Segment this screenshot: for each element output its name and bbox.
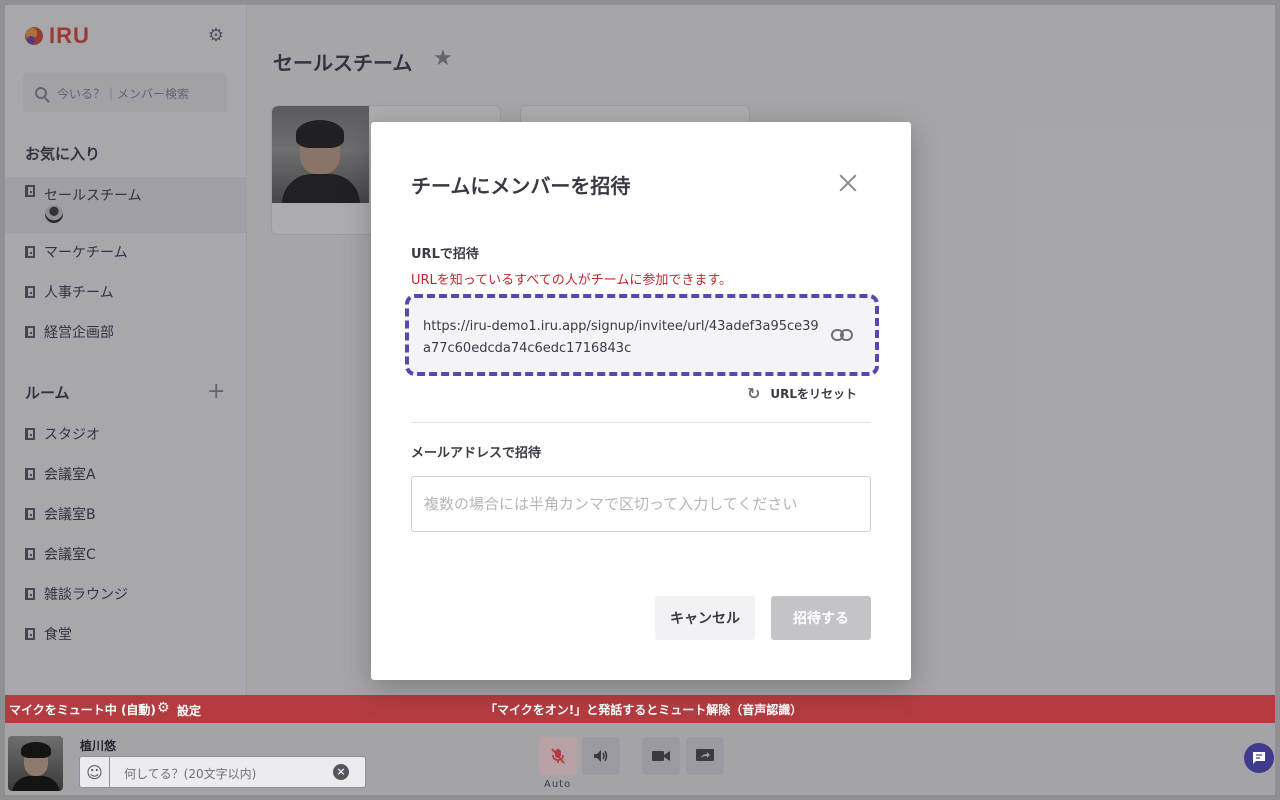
url-invite-label: URLで招待 — [411, 247, 479, 262]
invite-url[interactable]: https://iru-demo1.iru.app/signup/invitee… — [423, 316, 823, 360]
camera-button[interactable] — [642, 737, 680, 775]
clear-icon[interactable]: × — [333, 764, 349, 780]
gear-icon[interactable]: ⚙ — [157, 700, 170, 716]
email-invite-label: メールアドレスで招待 — [411, 446, 542, 461]
mic-muted-button[interactable] — [539, 737, 577, 775]
video-camera-icon — [652, 751, 670, 761]
reset-url-label: URLをリセット — [770, 387, 858, 401]
chat-button[interactable] — [1244, 743, 1274, 773]
close-icon[interactable] — [837, 172, 859, 194]
mic-mode-label: Auto — [544, 779, 572, 790]
user-name: 植川悠 — [80, 739, 117, 753]
invite-button[interactable]: 招待する — [771, 596, 871, 640]
mic-off-icon — [551, 748, 565, 764]
speaker-icon — [594, 750, 608, 762]
voice-hint: 「マイクをオン!」と発話するとミュート解除（音声認識） — [485, 703, 803, 717]
url-warning: URLを知っているすべての人がチームに参加できます。 — [411, 273, 733, 288]
status-placeholder: 何してる？(20文字以内) — [124, 767, 257, 781]
avatar[interactable] — [8, 736, 63, 791]
mute-status-bar: マイクをミュート中 (自動) ⚙ 設定 「マイクをオン!」と発話するとミュート解… — [5, 695, 1275, 723]
invite-dialog: チームにメンバーを招待 URLで招待 URLを知っているすべての人がチームに参加… — [371, 122, 911, 680]
screen-share-icon — [696, 749, 714, 761]
link-icon[interactable] — [831, 329, 853, 341]
status-input[interactable]: ☺ 何してる？(20文字以内) × — [79, 756, 366, 788]
divider — [411, 422, 871, 423]
footer-bar: 植川悠 ☺ 何してる？(20文字以内) × Auto — [5, 723, 1275, 795]
invite-url-box[interactable]: https://iru-demo1.iru.app/signup/invitee… — [405, 294, 879, 376]
refresh-icon: ↻ — [747, 384, 761, 403]
email-field[interactable] — [411, 476, 871, 532]
settings-link[interactable]: 設定 — [177, 702, 201, 719]
chat-icon — [1253, 752, 1265, 764]
reset-url-button[interactable]: ↻ URLをリセット — [747, 384, 857, 403]
screen-share-button[interactable] — [686, 737, 724, 775]
dialog-title: チームにメンバーを招待 — [411, 174, 631, 198]
speaker-button[interactable] — [582, 737, 620, 775]
mute-status: マイクをミュート中 (自動) — [9, 703, 156, 717]
cancel-button[interactable]: キャンセル — [655, 596, 755, 640]
emoji-icon[interactable]: ☺ — [80, 757, 110, 787]
